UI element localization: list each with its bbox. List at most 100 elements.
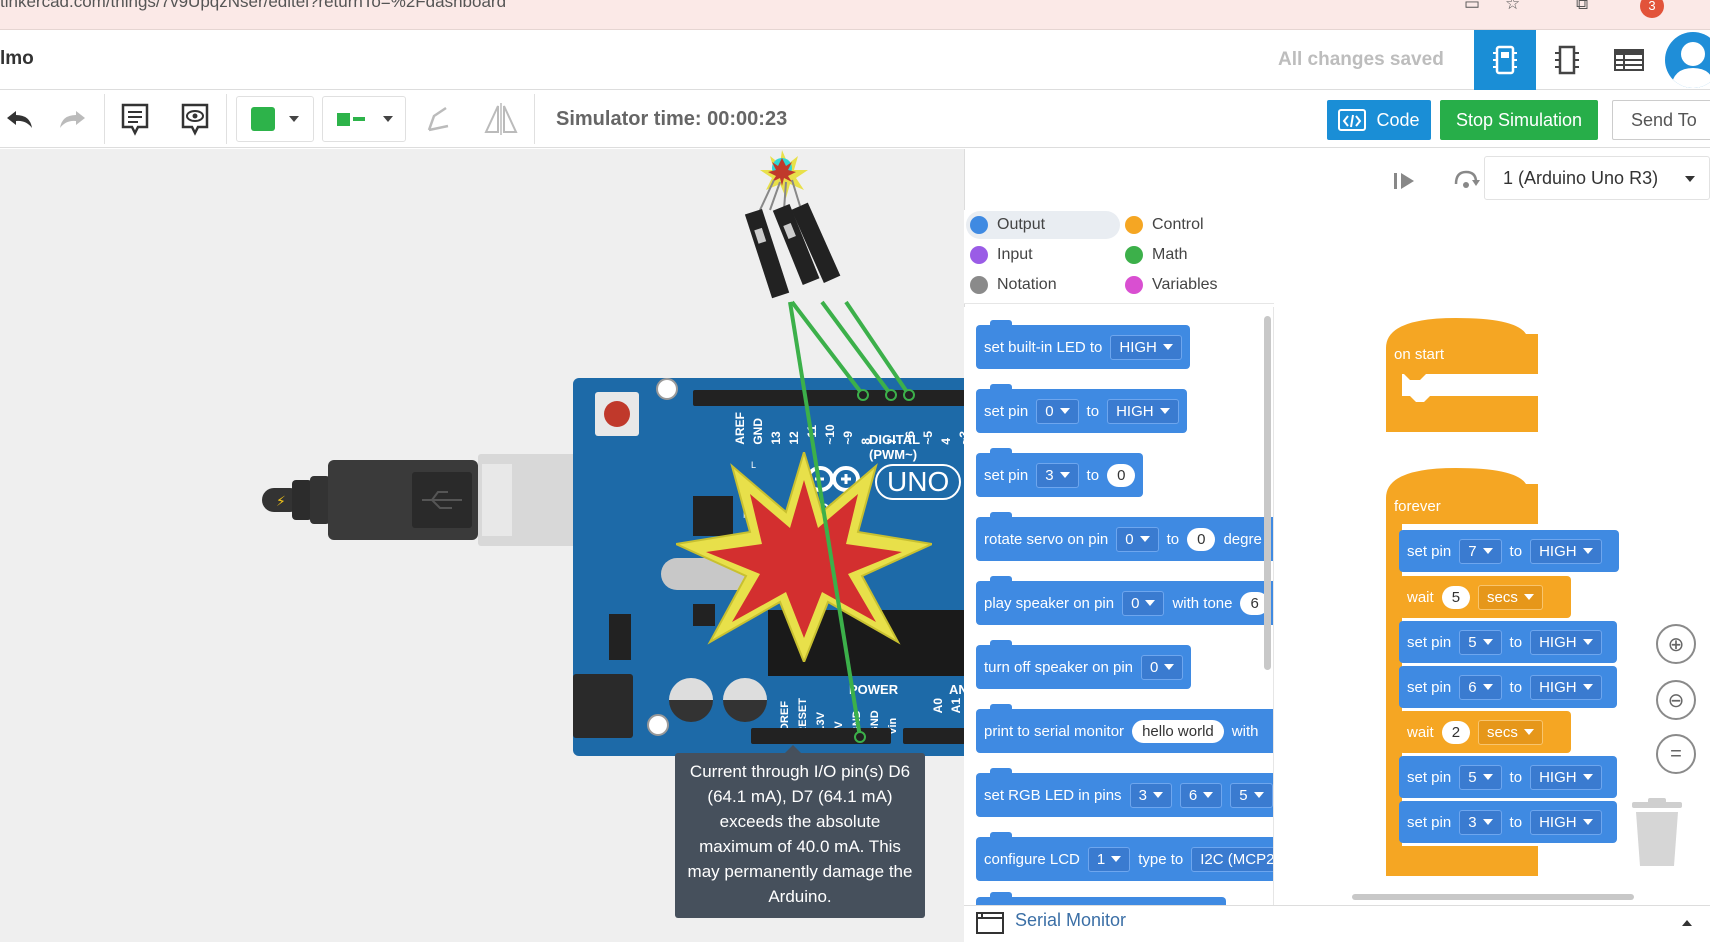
palette-block-set-pin-analog[interactable]: set pin 3 to 0	[976, 448, 1144, 497]
zoom-out-button[interactable]: ⊖	[1656, 680, 1696, 720]
dropdown-value: HIGH	[1539, 542, 1577, 560]
block-dropdown[interactable]: 0	[1036, 398, 1079, 424]
category-notation[interactable]: Notation	[970, 272, 1057, 298]
dropdown-value: 0	[1150, 658, 1159, 676]
step-button[interactable]	[1392, 170, 1418, 197]
circuit-view-icon	[1493, 45, 1517, 75]
schematic-view-button[interactable]	[1536, 30, 1598, 90]
eye-note-icon	[181, 103, 209, 136]
fill-color-picker[interactable]	[236, 96, 314, 142]
block-text: play speaker on pin	[984, 594, 1115, 612]
block-text: to	[1509, 768, 1523, 786]
unit-dropdown[interactable]: secs	[1478, 719, 1543, 745]
block-palette[interactable]: set built-in LED to HIGH set pin 0 to HIGH s…	[964, 307, 1274, 905]
block-text: to	[1086, 466, 1100, 484]
set-pin-block[interactable]: set pin 7 to HIGH	[1399, 530, 1619, 572]
device-select[interactable]: 1 (Arduino Uno R3)	[1484, 156, 1710, 200]
extension-icon[interactable]: ⧉	[1576, 0, 1596, 13]
screen-cast-icon[interactable]: ▭	[1464, 0, 1484, 13]
pin-dropdown[interactable]: 5	[1459, 764, 1502, 790]
palette-block-partial[interactable]	[976, 892, 1226, 905]
serial-monitor-label[interactable]: Serial Monitor	[1015, 910, 1126, 931]
design-title[interactable]: lmo	[0, 48, 34, 70]
category-variables[interactable]: Variables	[1125, 272, 1218, 298]
block-dropdown[interactable]: 0	[1122, 590, 1165, 616]
block-number-input[interactable]: 0	[1187, 527, 1216, 551]
block-number-input[interactable]: 0	[1107, 463, 1136, 487]
state-dropdown[interactable]: HIGH	[1530, 809, 1602, 835]
palette-block-rotate-servo[interactable]: rotate servo on pin 0 to 0 degre	[976, 512, 1273, 561]
restart-button[interactable]	[1452, 168, 1480, 197]
block-text-input[interactable]: hello world	[1132, 719, 1224, 743]
redo-button[interactable]	[54, 100, 92, 138]
fill-color-swatch	[251, 107, 275, 131]
state-dropdown[interactable]: HIGH	[1530, 538, 1602, 564]
on-start-label: on start	[1394, 346, 1445, 363]
palette-block-set-rgb-led[interactable]: set RGB LED in pins 3 6 5	[976, 768, 1273, 817]
block-text: set built-in LED to	[984, 338, 1103, 356]
workspace-scrollbar[interactable]	[1352, 894, 1634, 900]
block-text: set pin	[1407, 542, 1452, 560]
pin-dropdown[interactable]: 5	[1459, 629, 1502, 655]
block-dropdown[interactable]: 3	[1129, 782, 1172, 808]
palette-block-set-builtin-led[interactable]: set built-in LED to HIGH	[976, 320, 1190, 369]
wire-color-picker[interactable]	[322, 96, 406, 142]
code-button[interactable]: Code	[1327, 100, 1431, 140]
palette-block-play-speaker[interactable]: play speaker on pin 0 with tone 6	[976, 576, 1273, 625]
pin-dropdown[interactable]: 3	[1459, 809, 1502, 835]
rotate-button[interactable]	[420, 100, 458, 138]
chevron-up-icon[interactable]	[1682, 920, 1692, 926]
category-label: Input	[997, 246, 1033, 263]
on-start-block[interactable]: on start	[1386, 318, 1538, 432]
undo-button[interactable]	[0, 100, 38, 138]
block-dropdown[interactable]: 5	[1230, 782, 1273, 808]
category-control[interactable]: Control	[1125, 212, 1204, 238]
trash-icon[interactable]	[1628, 798, 1686, 868]
component-list-button[interactable]	[1598, 30, 1660, 90]
zoom-in-button[interactable]: ⊕	[1656, 624, 1696, 664]
dropdown-value: HIGH	[1116, 402, 1154, 420]
category-output[interactable]: Output	[970, 212, 1045, 238]
unit-dropdown[interactable]: secs	[1478, 584, 1543, 610]
palette-block-set-pin[interactable]: set pin 0 to HIGH	[976, 384, 1187, 433]
block-dropdown[interactable]: 6	[1179, 782, 1223, 808]
block-dropdown[interactable]: 0	[1141, 654, 1184, 680]
state-dropdown[interactable]: HIGH	[1530, 629, 1602, 655]
pin-dropdown[interactable]: 6	[1459, 674, 1502, 700]
block-dropdown[interactable]: I2C (MCP2	[1191, 846, 1273, 872]
zoom-reset-button[interactable]: =	[1656, 734, 1696, 774]
notes-button[interactable]	[116, 100, 154, 138]
block-dropdown[interactable]: 1	[1087, 846, 1131, 872]
stop-simulation-button[interactable]: Stop Simulation	[1440, 100, 1598, 140]
toggle-notes-visibility-button[interactable]	[176, 100, 214, 138]
wait-block[interactable]: wait 2 secs	[1399, 711, 1571, 753]
state-dropdown[interactable]: HIGH	[1530, 764, 1602, 790]
wait-number-input[interactable]: 2	[1441, 720, 1471, 744]
palette-block-turn-off-speaker[interactable]: turn off speaker on pin 0	[976, 640, 1192, 689]
wait-number-input[interactable]: 5	[1441, 585, 1471, 609]
pin-dropdown[interactable]: 7	[1459, 538, 1502, 564]
set-pin-block[interactable]: set pin 5 to HIGH	[1399, 756, 1617, 798]
browser-url[interactable]: tinkercad.com/things/7v9UpqzNser/editel?…	[0, 0, 506, 12]
category-math[interactable]: Math	[1125, 242, 1188, 268]
block-dropdown[interactable]: 3	[1036, 462, 1079, 488]
dropdown-value: 7	[1468, 542, 1477, 560]
block-dropdown[interactable]: HIGH	[1110, 334, 1182, 360]
circuit-view-button[interactable]	[1474, 30, 1536, 90]
set-pin-block[interactable]: set pin 6 to HIGH	[1399, 666, 1617, 708]
state-dropdown[interactable]: HIGH	[1530, 674, 1602, 700]
send-to-button[interactable]: Send To	[1612, 100, 1710, 140]
bookmark-star-icon[interactable]: ☆	[1505, 0, 1525, 13]
block-dropdown[interactable]: HIGH	[1107, 398, 1179, 424]
category-label: Variables	[1152, 276, 1218, 293]
set-pin-block[interactable]: set pin 5 to HIGH	[1399, 621, 1617, 663]
wait-block[interactable]: wait 5 secs	[1399, 576, 1571, 618]
palette-block-configure-lcd[interactable]: configure LCD 1 type to I2C (MCP2	[976, 832, 1273, 881]
mirror-button[interactable]	[482, 100, 520, 138]
category-input[interactable]: Input	[970, 242, 1033, 268]
block-dropdown[interactable]: 0	[1116, 526, 1159, 552]
palette-block-print-serial[interactable]: print to serial monitor hello world with	[976, 704, 1273, 753]
palette-scrollbar[interactable]	[1264, 316, 1271, 670]
block-text: set pin	[1407, 813, 1452, 831]
set-pin-block[interactable]: set pin 3 to HIGH	[1399, 801, 1617, 843]
